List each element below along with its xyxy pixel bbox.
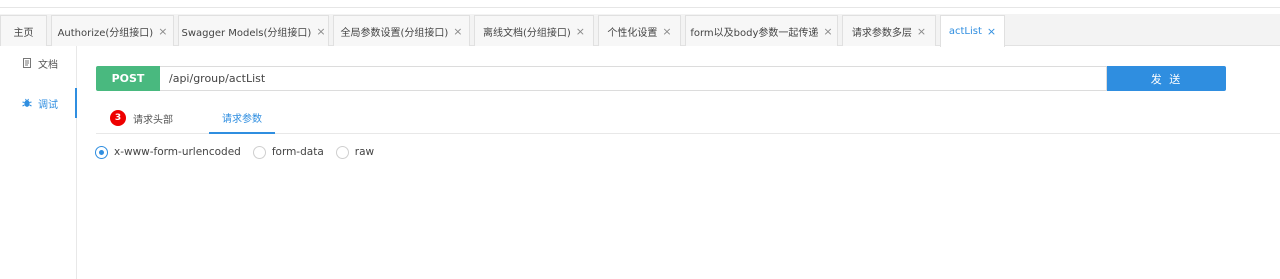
radio-x-www-form-urlencoded[interactable]: x-www-form-urlencoded	[95, 145, 241, 159]
request-bar: POST /api/group/actList 发 送	[96, 66, 1226, 91]
close-icon[interactable]: ×	[316, 25, 325, 38]
tab-label: Swagger Models(分组接口)	[181, 27, 312, 39]
tab-label: 离线文档(分组接口)	[482, 27, 571, 39]
url-input[interactable]: /api/group/actList	[160, 66, 1107, 91]
close-icon[interactable]: ×	[987, 25, 996, 38]
radio-unchecked-icon[interactable]	[252, 145, 266, 159]
http-method-badge[interactable]: POST	[96, 66, 160, 91]
sidebar-item-docs[interactable]: 文档	[0, 48, 77, 78]
top-divider	[0, 7, 1280, 8]
tab-label: 请求参数	[222, 114, 262, 125]
sidebar-item-label: 文档	[38, 59, 58, 71]
tab-label: 全局参数设置(分组接口)	[340, 27, 449, 39]
tab-label: 个性化设置	[607, 27, 658, 39]
tab-label: actList	[948, 26, 982, 37]
tab-actlist[interactable]: actList ×	[940, 15, 1005, 47]
request-subtabs: 3 请求头部 请求参数	[96, 103, 1280, 134]
radio-unchecked-icon[interactable]	[335, 145, 349, 159]
debug-icon	[22, 98, 32, 108]
tab-bar: 主页 Authorize(分组接口) × Swagger Models(分组接口…	[0, 14, 1280, 47]
close-icon[interactable]: ×	[823, 25, 832, 38]
radio-form-data[interactable]: form-data	[252, 145, 324, 159]
close-icon[interactable]: ×	[453, 25, 462, 38]
tab-label: 请求参数多层	[851, 27, 912, 39]
radio-label: form-data	[271, 146, 324, 158]
tab-request-headers[interactable]: 3 请求头部	[110, 103, 173, 133]
headers-count-badge: 3	[110, 110, 126, 126]
close-icon[interactable]: ×	[158, 25, 167, 38]
radio-raw[interactable]: raw	[335, 145, 375, 159]
send-button[interactable]: 发 送	[1107, 66, 1226, 91]
sidebar-item-label: 调试	[38, 99, 58, 111]
close-icon[interactable]: ×	[662, 25, 671, 38]
tab-label: Authorize(分组接口)	[57, 27, 154, 39]
tab-home[interactable]: 主页	[0, 15, 47, 46]
document-icon	[22, 58, 32, 68]
tab-swagger-models[interactable]: Swagger Models(分组接口) ×	[178, 15, 329, 46]
sidebar: 文档 调试	[0, 46, 77, 279]
close-icon[interactable]: ×	[576, 25, 585, 38]
tab-offline-docs[interactable]: 离线文档(分组接口) ×	[474, 15, 594, 46]
body-type-radio-group: x-www-form-urlencoded form-data raw	[95, 144, 386, 160]
tab-authorize[interactable]: Authorize(分组接口) ×	[51, 15, 174, 46]
radio-label: x-www-form-urlencoded	[114, 146, 241, 158]
tab-label: form以及body参数一起传递	[690, 27, 819, 39]
tab-personal-settings[interactable]: 个性化设置 ×	[598, 15, 681, 46]
tab-label: 请求头部	[133, 114, 173, 126]
tab-multi-level-params[interactable]: 请求参数多层 ×	[842, 15, 936, 46]
close-icon[interactable]: ×	[917, 25, 926, 38]
radio-checked-icon[interactable]	[95, 145, 108, 159]
tab-request-params[interactable]: 请求参数	[209, 103, 275, 134]
tab-label: 主页	[13, 27, 34, 39]
tab-global-params[interactable]: 全局参数设置(分组接口) ×	[333, 15, 470, 46]
radio-label: raw	[354, 146, 375, 158]
sidebar-item-debug[interactable]: 调试	[0, 88, 77, 118]
tab-form-body[interactable]: form以及body参数一起传递 ×	[685, 15, 838, 46]
